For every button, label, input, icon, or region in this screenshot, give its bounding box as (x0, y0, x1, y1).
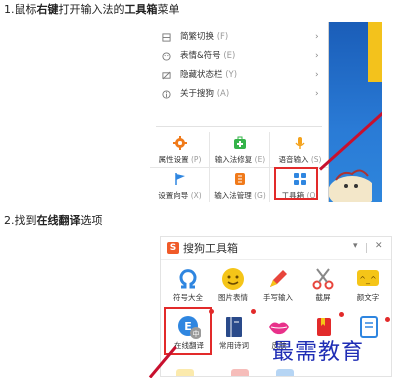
gear-icon (173, 136, 187, 150)
tile-property-settings[interactable]: 属性设置 (P) (152, 132, 208, 167)
tool-handwriting[interactable]: 手写输入 (255, 261, 301, 307)
tool-kaomoji[interactable]: ^_^ 颜文字 (345, 261, 391, 307)
toolbox-header: S 搜狗工具箱 ▾ ✕ (161, 237, 391, 260)
chevron-right-icon: › (315, 51, 319, 61)
sogou-logo-icon: S (167, 242, 179, 254)
desktop-accent (368, 22, 382, 82)
header-separator (366, 243, 367, 253)
chevron-right-icon: › (315, 70, 319, 80)
tile-ime-repair[interactable]: 输入法修复 (E) (212, 132, 268, 167)
smiley-icon (222, 268, 244, 290)
toolbox-highlight-box (274, 167, 318, 200)
toolbox-title: 搜狗工具箱 (183, 242, 238, 255)
manage-icon (235, 173, 245, 185)
emoji-icon (162, 52, 171, 61)
omega-icon (179, 269, 197, 289)
notification-dot (385, 317, 390, 322)
menu-divider (156, 126, 322, 127)
tile-voice-input[interactable]: 语音输入 (S) (272, 132, 328, 167)
notification-dot (251, 309, 256, 314)
menu-item-simplified-traditional[interactable]: 简繁切换 (F) › (150, 29, 328, 46)
watermark-text: 最需教育 (272, 340, 365, 365)
menu-item-hide-statusbar[interactable]: 隐藏状态栏 (Y) › (150, 67, 328, 84)
step-two-instruction: 2.找到在线翻译选项 (4, 214, 103, 227)
hide-statusbar-icon (162, 71, 171, 80)
simplified-traditional-icon (162, 33, 171, 42)
close-icon[interactable]: ✕ (375, 241, 383, 251)
scissors-icon (312, 268, 334, 290)
book-icon (226, 317, 242, 337)
chevron-right-icon: › (315, 89, 319, 99)
menu-item-emoji-symbols[interactable]: 表情&符号 (E) › (150, 48, 328, 65)
step-one-instruction: 1.鼠标右键打开输入法的工具箱菜单 (4, 3, 180, 16)
tool-screenshot[interactable]: 截屏 (300, 261, 346, 307)
menu-icon[interactable]: ▾ (353, 241, 358, 251)
about-icon (162, 90, 171, 99)
flag-icon (175, 173, 185, 185)
tool-symbols[interactable]: 符号大全 (165, 261, 211, 307)
repair-kit-icon (234, 136, 246, 149)
context-menu-screenshot: 简繁切换 (F) › 表情&符号 (E) › 隐藏状态栏 (Y) › 关于搜狗 … (150, 22, 382, 202)
svg-text:^_^: ^_^ (359, 275, 376, 284)
microphone-icon (295, 137, 305, 149)
tile-ime-management[interactable]: 输入法管理 (G) (212, 168, 268, 202)
notification-dot (339, 312, 344, 317)
menu-item-about[interactable]: 关于搜狗 (A) › (150, 86, 328, 103)
next-row-fade (176, 369, 376, 376)
context-menu: 简繁切换 (F) › 表情&符号 (E) › 隐藏状态栏 (Y) › 关于搜狗 … (150, 22, 329, 202)
tile-setup-wizard[interactable]: 设置向导 (X) (152, 168, 208, 202)
pen-icon (270, 270, 287, 287)
tool-image-emoji[interactable]: 图片表情 (210, 261, 256, 307)
tool-poetry[interactable]: 常用诗词 (211, 309, 257, 355)
chevron-right-icon: › (315, 32, 319, 42)
kaomoji-icon: ^_^ (357, 270, 379, 286)
